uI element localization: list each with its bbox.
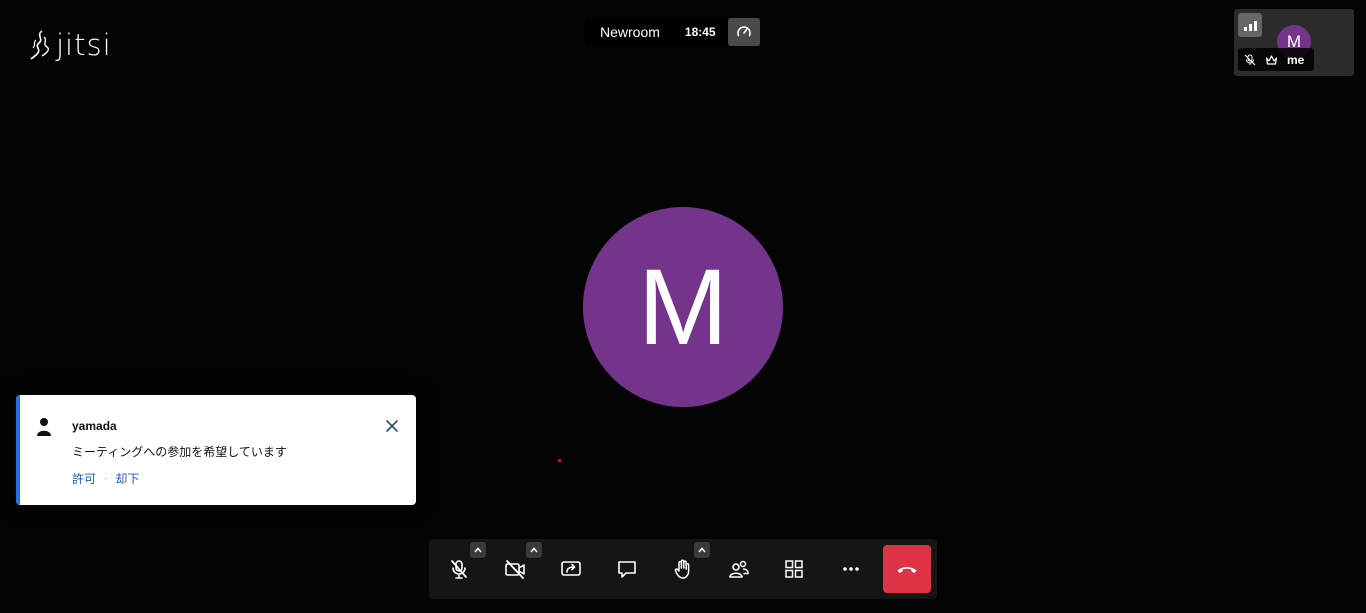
notification-actions: 許可 · 却下	[72, 470, 139, 487]
lobby-knocking-notification: yamada ミーティングへの参加を希望しています 許可 · 却下	[16, 395, 416, 505]
chat-icon	[618, 561, 636, 578]
connection-indicator-icon[interactable]	[1238, 13, 1262, 37]
microphone-muted-icon	[451, 560, 467, 579]
screenshare-button[interactable]	[549, 547, 593, 591]
subject-bar: Newroom 18:45	[585, 17, 760, 47]
thumbnail-status-bar: me	[1238, 48, 1314, 71]
admit-button[interactable]: 許可	[72, 470, 96, 487]
participants-button[interactable]	[717, 547, 761, 591]
conference-timer: 18:45	[674, 17, 728, 47]
thumbnail-display-name: me	[1287, 52, 1305, 67]
chevron-up-icon	[474, 547, 482, 553]
reject-button[interactable]: 却下	[115, 470, 139, 487]
hangup-button[interactable]	[883, 545, 931, 593]
room-name: Newroom	[585, 17, 675, 47]
gauge-icon	[736, 26, 751, 37]
stage-dot	[558, 459, 561, 462]
chat-button[interactable]	[605, 547, 649, 591]
participant-icon	[37, 418, 51, 436]
mic-muted-icon	[1244, 54, 1256, 65]
chevron-up-icon	[530, 547, 538, 553]
audio-settings-caret[interactable]	[470, 542, 486, 558]
jitsi-mark-icon	[30, 30, 50, 60]
chevron-up-icon	[698, 547, 706, 553]
notification-title: yamada	[72, 419, 117, 433]
hangup-icon	[897, 567, 917, 573]
speaker-stats-button[interactable]	[727, 18, 760, 46]
more-actions-button[interactable]	[829, 547, 873, 591]
logo-text: jitsi	[56, 28, 112, 62]
participants-icon	[729, 560, 749, 578]
dominant-speaker-avatar: M	[583, 207, 783, 407]
camera-off-icon	[505, 560, 525, 579]
conference-stage: jitsi Newroom 18:45 M me M yamada ミーティング…	[0, 0, 1366, 613]
reactions-caret[interactable]	[694, 542, 710, 558]
tile-view-button[interactable]	[772, 547, 816, 591]
screenshare-icon	[561, 561, 581, 576]
action-separator: ·	[104, 473, 108, 484]
more-icon	[843, 567, 859, 571]
moderator-crown-icon	[1265, 54, 1278, 65]
video-settings-caret[interactable]	[526, 542, 542, 558]
notification-accent-bar	[16, 395, 20, 505]
tile-view-icon	[785, 560, 803, 578]
close-icon[interactable]	[385, 419, 399, 433]
local-video-thumbnail[interactable]: M me	[1234, 9, 1354, 76]
jitsi-logo[interactable]: jitsi	[30, 28, 112, 62]
notification-description: ミーティングへの参加を希望しています	[72, 445, 287, 459]
toolbox	[429, 539, 937, 599]
raise-hand-icon	[674, 559, 690, 579]
